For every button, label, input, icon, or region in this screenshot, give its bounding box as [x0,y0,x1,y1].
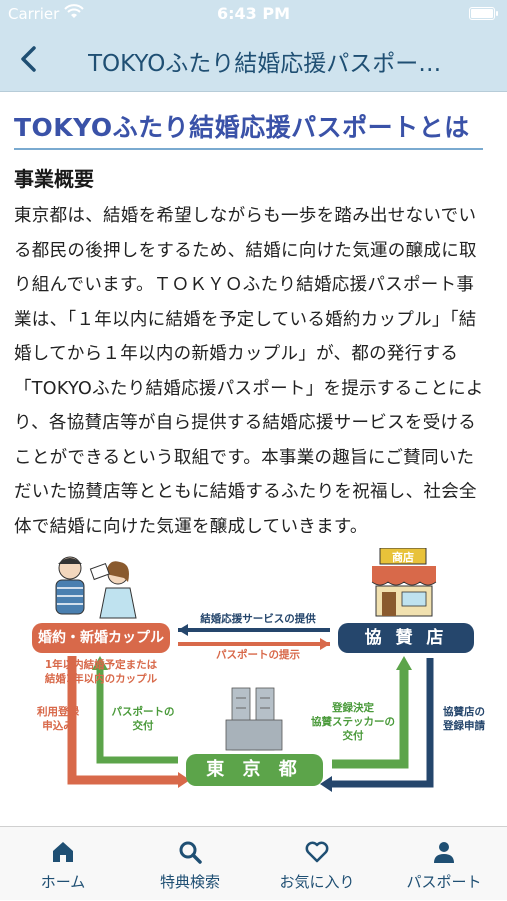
tab-home-label: ホーム [40,873,86,891]
tab-favorites-label: お気に入り [279,873,355,891]
battery-icon [469,7,498,20]
tab-passport-label: パスポート [406,873,482,891]
shop-box: 協 賛 店 [338,623,474,653]
content-scroll[interactable]: TOKYOふたり結婚応援パスポートとは 事業概要 東京都は、結婚を希望しながらも… [0,93,507,826]
service-arrow-label: 結婚応援サービスの提供 [200,613,316,625]
home-icon [53,842,73,862]
passport-arrow-label: パスポートの提示 [216,649,300,661]
decision-label-3: 交付 [342,730,364,742]
couple-box: 婚約・新婚カップル [32,623,170,653]
tab-search-label: 特典検索 [159,873,220,891]
register-label-1: 協賛店の [443,706,485,718]
tab-bar: ホーム 特典検索 お気に入り パスポート [0,826,507,900]
overview-paragraph: 東京都は、結婚を希望しながらも一歩を踏み出せないでいる都民の後押しをするため、結… [14,206,484,537]
search-icon [179,841,202,864]
issue-label-1: パスポートの [111,706,175,718]
tab-home[interactable]: ホーム [0,827,126,901]
apply-label-2: 申込み [42,720,74,732]
back-chevron-icon[interactable] [14,42,44,76]
person-icon [434,842,454,863]
tab-favorites[interactable]: お気に入り [254,827,380,901]
couple-note-line-1: 1年以内結婚予定または [44,659,158,671]
section-title: 事業概要 [14,167,94,191]
heading-divider [14,148,483,150]
scheme-diagram: 婚約・新婚カップル 1年以内結婚予定または 結婚1年以内のカップル 協 賛 店 … [0,548,507,826]
register-label-2: 登録申請 [443,720,485,732]
heart-icon [305,841,329,863]
nav-title: TOKYOふたり結婚応援パスポー… [88,51,442,77]
tokyo-box: 東 京 都 [186,754,323,786]
tab-search[interactable]: 特典検索 [127,827,253,901]
page-heading: TOKYOふたり結婚応援パスポートとは [14,113,470,142]
couple-illustration [55,556,137,619]
clock: 6:43 PM [216,4,290,23]
shop-sign: 商店 [392,551,414,564]
decision-label-1: 登録決定 [332,702,374,714]
decision-label-2: 協賛ステッカーの [311,716,395,728]
tab-passport[interactable]: パスポート [381,827,507,901]
couple-note-line-2: 結婚1年以内のカップル [44,673,158,685]
status-bar: Carrier 6:43 PM [0,0,507,28]
navigation-bar: TOKYOふたり結婚応援パスポー… [0,28,507,92]
apply-label-1: 利用登録 [37,706,79,718]
issue-label-2: 交付 [132,720,154,732]
tokyo-building-illustration [225,687,283,751]
